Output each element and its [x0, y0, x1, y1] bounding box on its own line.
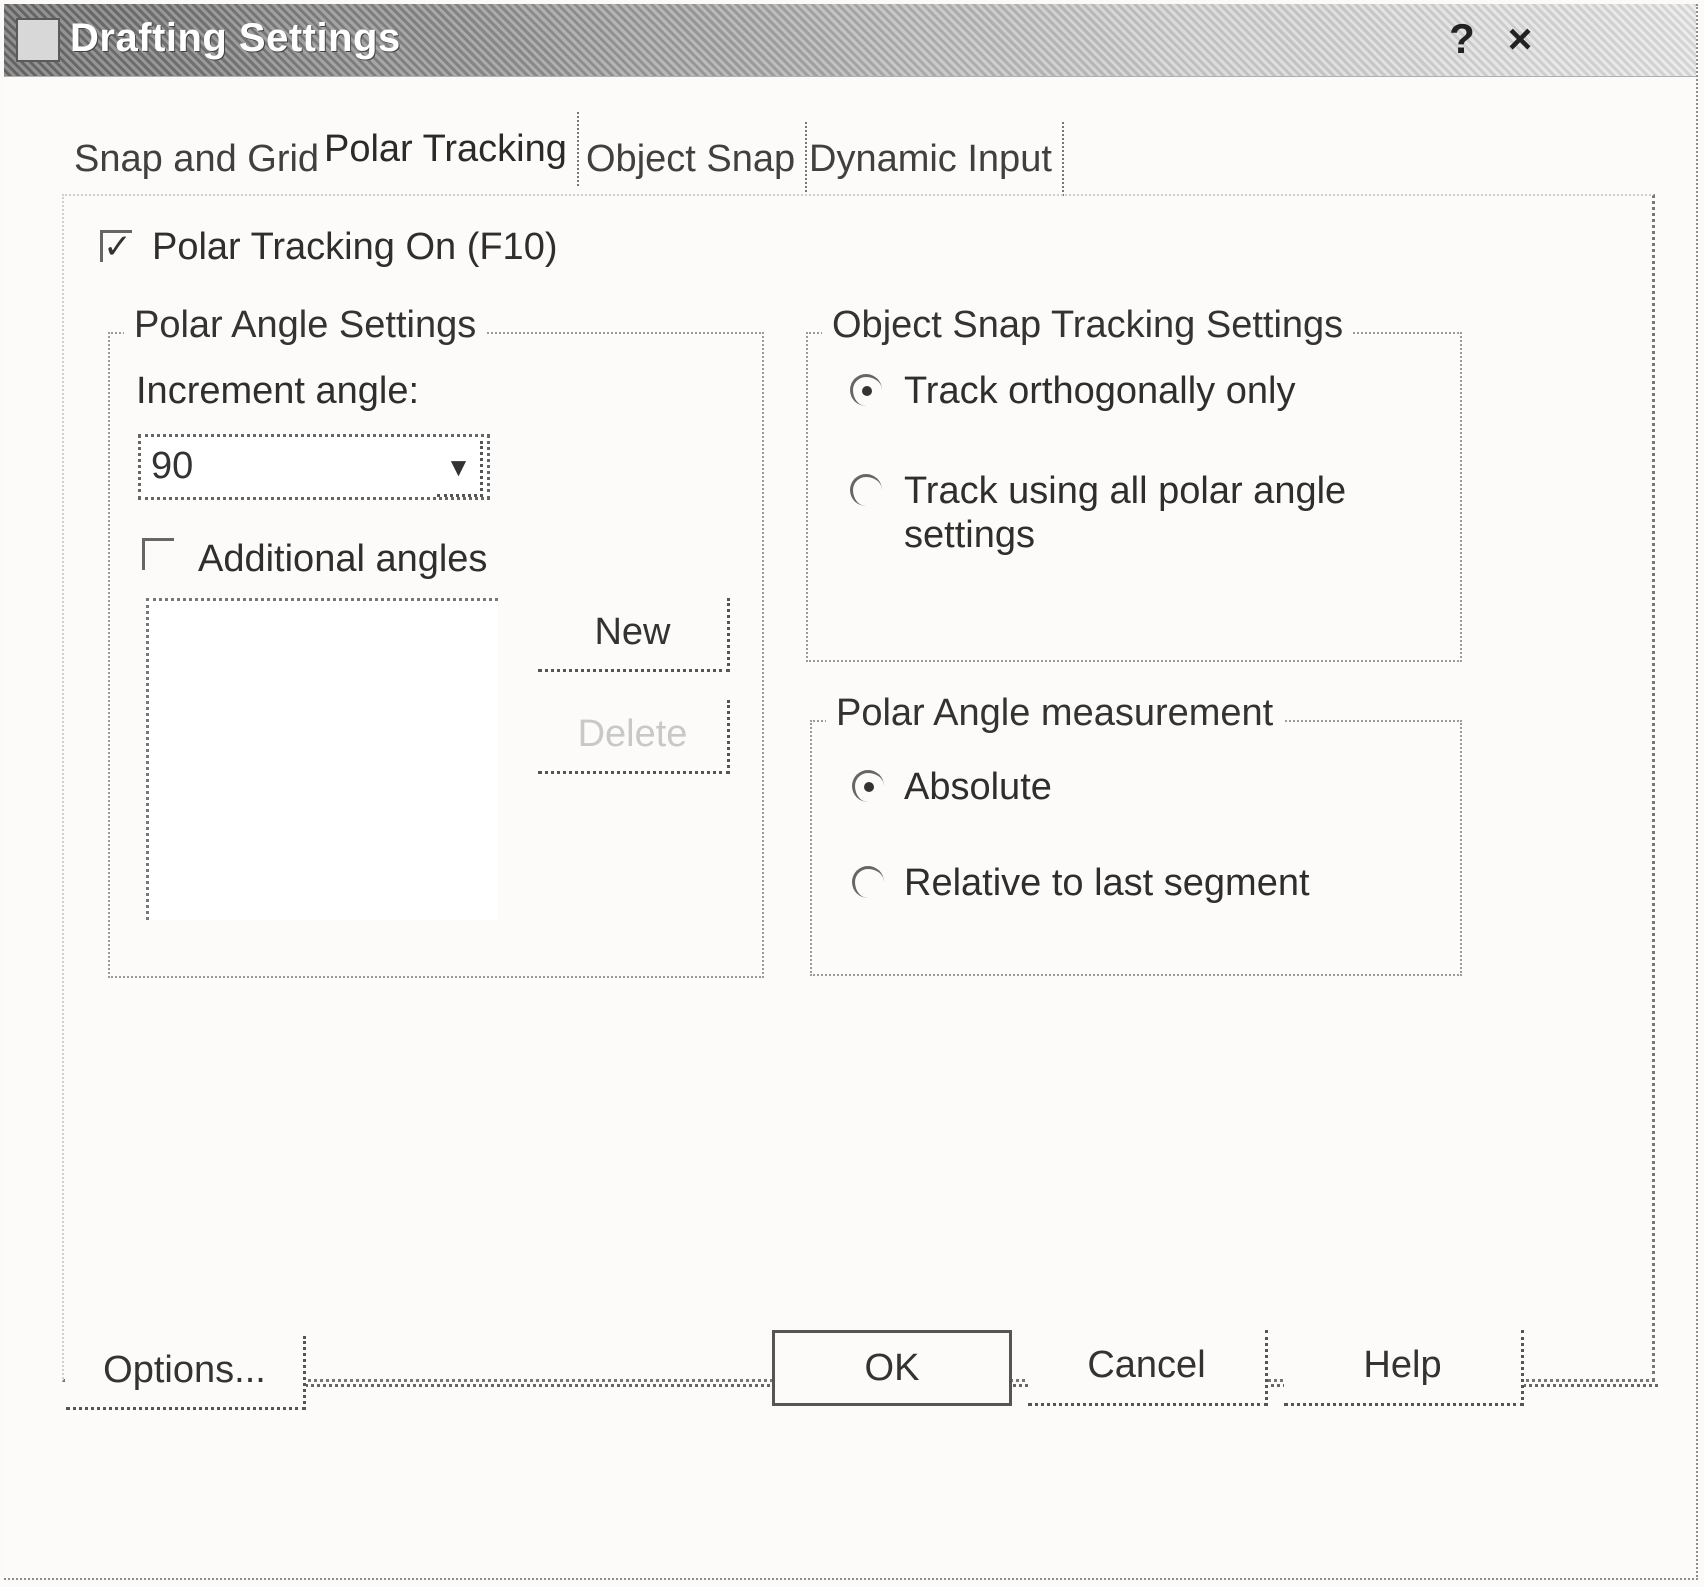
new-angle-button[interactable]: New — [538, 598, 730, 672]
cancel-button[interactable]: Cancel — [1028, 1330, 1268, 1406]
delete-angle-button[interactable]: Delete — [538, 700, 730, 774]
tab-polar-tracking[interactable]: Polar Tracking — [314, 112, 579, 186]
track-all-polar-label-line2: settings — [904, 514, 1035, 556]
polar-angle-measurement-group: Polar Angle measurement — [810, 692, 1462, 976]
track-all-polar-radio[interactable] — [850, 474, 882, 506]
additional-angles-list[interactable] — [146, 598, 498, 920]
polar-tracking-on-checkbox[interactable]: ✓ — [100, 230, 132, 264]
polar-tracking-on-label: Polar Tracking On (F10) — [152, 226, 558, 268]
polar-angle-measurement-title: Polar Angle measurement — [826, 692, 1284, 735]
tab-snap-and-grid[interactable]: Snap and Grid — [64, 122, 329, 196]
help-icon[interactable]: ? — [1440, 14, 1484, 64]
drafting-settings-dialog: Drafting Settings ? × Snap and Grid Pola… — [4, 4, 1698, 1580]
tab-dynamic-input[interactable]: Dynamic Input — [799, 122, 1064, 196]
additional-angles-checkbox[interactable] — [142, 538, 174, 570]
ok-button[interactable]: OK — [772, 1330, 1012, 1406]
title-bar[interactable]: Drafting Settings ? × — [4, 4, 1696, 77]
tab-object-snap[interactable]: Object Snap — [576, 122, 808, 196]
app-icon — [16, 18, 60, 62]
absolute-label: Absolute — [904, 766, 1052, 808]
track-orthogonally-label: Track orthogonally only — [904, 370, 1296, 412]
polar-angle-settings-title: Polar Angle Settings — [124, 304, 487, 347]
relative-to-last-segment-label: Relative to last segment — [904, 862, 1310, 904]
increment-angle-value: 90 — [151, 445, 194, 487]
options-button[interactable]: Options... — [66, 1336, 306, 1410]
window-title: Drafting Settings — [70, 16, 401, 60]
additional-angles-label: Additional angles — [198, 538, 488, 580]
chevron-down-icon[interactable]: ▼ — [437, 441, 483, 497]
increment-angle-combo[interactable]: 90 ▼ — [138, 434, 490, 500]
track-orthogonally-radio[interactable] — [850, 374, 882, 406]
help-button[interactable]: Help — [1284, 1330, 1524, 1406]
close-icon[interactable]: × — [1498, 14, 1542, 64]
increment-angle-label: Increment angle: — [136, 370, 420, 412]
object-snap-tracking-title: Object Snap Tracking Settings — [822, 304, 1354, 347]
track-all-polar-label-line1: Track using all polar angle — [904, 470, 1347, 512]
absolute-radio[interactable] — [852, 770, 884, 802]
relative-to-last-segment-radio[interactable] — [852, 866, 884, 898]
